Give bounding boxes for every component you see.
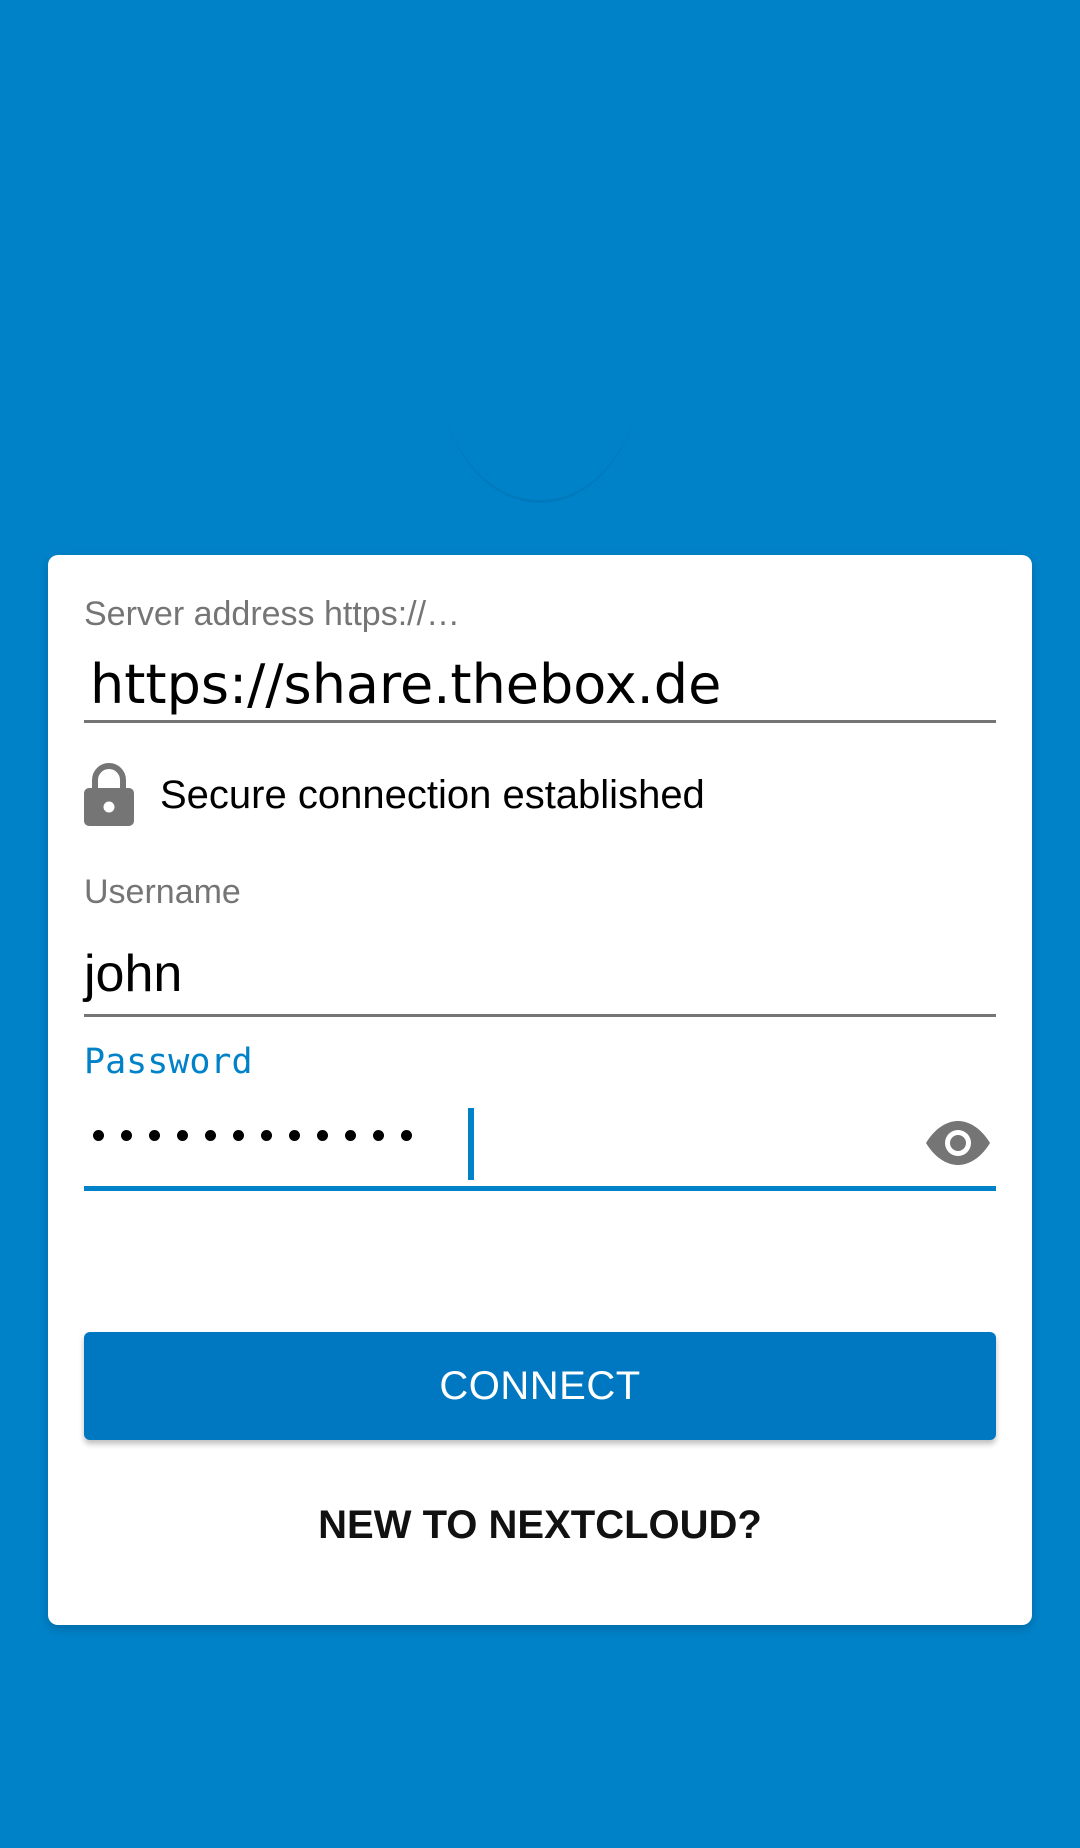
password-dot bbox=[394, 1123, 418, 1147]
password-input[interactable] bbox=[86, 1123, 418, 1147]
password-underline bbox=[84, 1186, 996, 1191]
password-dot bbox=[282, 1123, 306, 1147]
password-dot bbox=[226, 1123, 250, 1147]
text-cursor bbox=[468, 1108, 474, 1180]
username-underline bbox=[84, 1014, 996, 1017]
password-dot bbox=[254, 1123, 278, 1147]
login-card: Server address https://… https://share.t… bbox=[48, 555, 1032, 1625]
password-dot bbox=[338, 1123, 362, 1147]
new-to-nextcloud-link[interactable]: NEW TO NEXTCLOUD? bbox=[84, 1505, 996, 1545]
username-label: Username bbox=[84, 873, 241, 911]
password-dot bbox=[310, 1123, 334, 1147]
server-address-underline bbox=[84, 720, 996, 723]
logo-area bbox=[0, 0, 1080, 555]
password-dot bbox=[114, 1123, 138, 1147]
password-dot bbox=[198, 1123, 222, 1147]
password-dot bbox=[366, 1123, 390, 1147]
eye-icon[interactable] bbox=[924, 1119, 992, 1167]
secure-connection-status: Secure connection established bbox=[160, 773, 705, 817]
password-label: Password bbox=[84, 1042, 253, 1082]
logo-arc bbox=[440, 370, 640, 503]
password-dot bbox=[86, 1123, 110, 1147]
connect-button[interactable]: CONNECT bbox=[84, 1332, 996, 1440]
server-address-input[interactable]: https://share.thebox.de bbox=[90, 658, 721, 712]
lock-icon bbox=[84, 763, 134, 826]
username-input[interactable]: john bbox=[84, 948, 182, 1000]
password-dot bbox=[170, 1123, 194, 1147]
password-dot bbox=[142, 1123, 166, 1147]
server-address-label: Server address https://… bbox=[84, 595, 461, 633]
